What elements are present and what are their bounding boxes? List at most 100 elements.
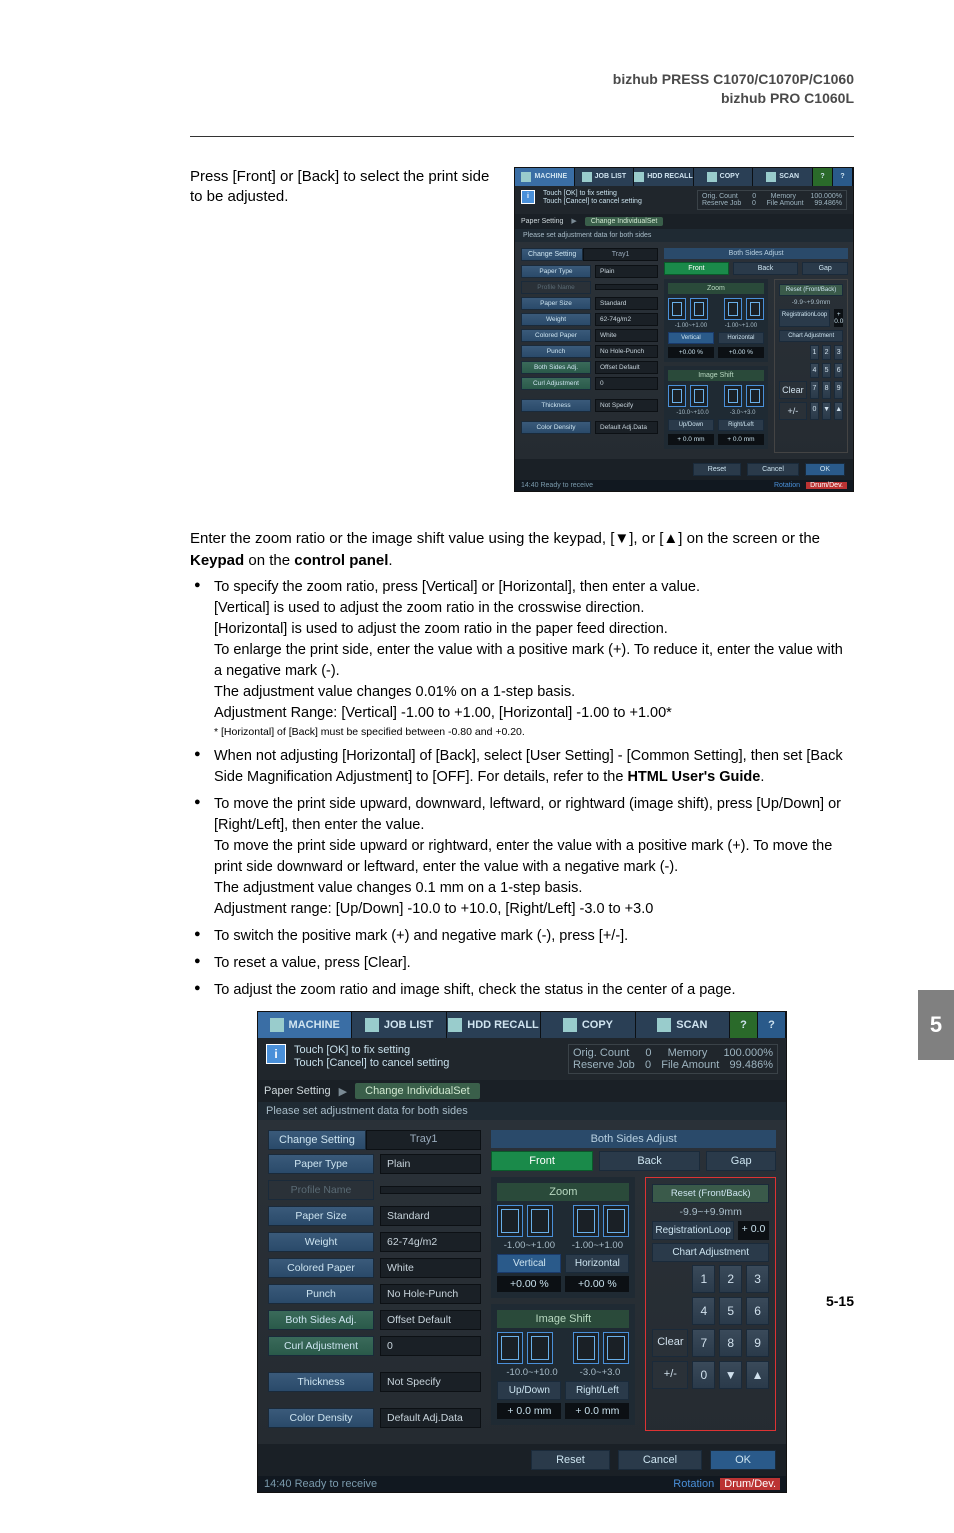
key-clear-l[interactable]: Clear [652, 1329, 688, 1357]
change-setting-btn-l[interactable]: Change Setting [268, 1130, 366, 1150]
row-both-sides[interactable]: Both Sides Adj. [521, 361, 591, 374]
shift-rl-icon-l [573, 1332, 599, 1364]
key-0[interactable]: 0 [810, 402, 819, 420]
row-punch-l[interactable]: Punch [268, 1284, 374, 1304]
key-5[interactable]: 5 [822, 363, 831, 378]
chevron-right-icon: ▶ [571, 217, 576, 225]
help-button-l[interactable]: ? [730, 1012, 758, 1038]
row-color-density-l[interactable]: Color Density [268, 1408, 374, 1428]
row-paper-type[interactable]: Paper Type [521, 265, 591, 278]
crumb-change-individual[interactable]: Change IndividualSet [585, 217, 664, 226]
updown-button-l[interactable]: Up/Down [497, 1381, 561, 1400]
chartadj-button[interactable]: Chart Adjustment [779, 330, 843, 342]
key-clear[interactable]: Clear [779, 381, 807, 399]
tab-joblist[interactable]: JOB LIST [575, 168, 635, 186]
ok-button[interactable]: OK [805, 463, 845, 476]
reset-fb-button[interactable]: Reset (Front/Back) [779, 284, 843, 296]
row-colored-paper[interactable]: Colored Paper [521, 329, 591, 342]
cancel-button[interactable]: Cancel [747, 463, 799, 476]
tab-copy-l[interactable]: COPY [541, 1012, 635, 1038]
key-8[interactable]: 8 [822, 381, 831, 399]
copy-icon [707, 172, 717, 182]
key-up[interactable]: ▲ [834, 402, 843, 420]
shift-ud-icon-l [497, 1332, 523, 1364]
tab-scan-l[interactable]: SCAN [636, 1012, 730, 1038]
back-button-l[interactable]: Back [599, 1151, 700, 1171]
info-button-l[interactable]: ? [758, 1012, 786, 1038]
row-weight[interactable]: Weight [521, 313, 591, 326]
row-paper-size[interactable]: Paper Size [521, 297, 591, 310]
crumb-change-individual-l[interactable]: Change IndividualSet [355, 1083, 480, 1099]
front-button[interactable]: Front [664, 262, 729, 275]
row-thickness[interactable]: Thickness [521, 399, 591, 412]
back-button[interactable]: Back [733, 262, 798, 275]
regloop-button[interactable]: RegistrationLoop [779, 309, 830, 327]
vertical-button-l[interactable]: Vertical [497, 1254, 561, 1273]
key-9[interactable]: 9 [834, 381, 843, 399]
tab-copy[interactable]: COPY [694, 168, 754, 186]
key-down[interactable]: ▼ [822, 402, 831, 420]
key-7[interactable]: 7 [810, 381, 819, 399]
change-setting-btn[interactable]: Change Setting [521, 248, 583, 261]
zoom-title-l: Zoom [497, 1183, 629, 1201]
tab-hdd-l[interactable]: HDD RECALL [447, 1012, 541, 1038]
row-paper-size-l[interactable]: Paper Size [268, 1206, 374, 1226]
crumb-paper-setting-l[interactable]: Paper Setting [264, 1085, 331, 1097]
horizontal-button-l[interactable]: Horizontal [565, 1254, 629, 1273]
reset-button-l[interactable]: Reset [531, 1450, 610, 1470]
gap-button-l[interactable]: Gap [706, 1151, 776, 1171]
tab-machine-l[interactable]: MACHINE [258, 1012, 352, 1038]
row-thickness-l[interactable]: Thickness [268, 1372, 374, 1392]
row-punch[interactable]: Punch [521, 345, 591, 358]
key-2-l[interactable]: 2 [719, 1265, 742, 1293]
key-7-l[interactable]: 7 [692, 1329, 715, 1357]
key-3[interactable]: 3 [834, 345, 843, 360]
row-both-sides-l[interactable]: Both Sides Adj. [268, 1310, 374, 1330]
cancel-button-l[interactable]: Cancel [618, 1450, 702, 1470]
tab-hdd[interactable]: HDD RECALL [634, 168, 694, 186]
crumb-paper-setting[interactable]: Paper Setting [521, 218, 563, 225]
rightleft-button[interactable]: Right/Left [718, 419, 764, 431]
row-profile-name: Profile Name [521, 281, 591, 294]
row-color-density[interactable]: Color Density [521, 421, 591, 434]
key-4[interactable]: 4 [810, 363, 819, 378]
front-button-l[interactable]: Front [491, 1151, 592, 1171]
row-weight-l[interactable]: Weight [268, 1232, 374, 1252]
tab-joblist-l[interactable]: JOB LIST [352, 1012, 446, 1038]
key-6[interactable]: 6 [834, 363, 843, 378]
key-up-l[interactable]: ▲ [746, 1361, 769, 1389]
key-2[interactable]: 2 [822, 345, 831, 360]
help-button[interactable]: ? [813, 168, 833, 186]
tab-machine[interactable]: MACHINE [515, 168, 575, 186]
tab-scan[interactable]: SCAN [753, 168, 813, 186]
row-paper-type-l[interactable]: Paper Type [268, 1154, 374, 1174]
rightleft-button-l[interactable]: Right/Left [565, 1381, 629, 1400]
key-down-l[interactable]: ▼ [719, 1361, 742, 1389]
pad-range: -9.9~+9.9mm [779, 299, 843, 306]
chartadj-button-l[interactable]: Chart Adjustment [652, 1243, 769, 1262]
gap-button[interactable]: Gap [802, 262, 848, 275]
row-colored-paper-l[interactable]: Colored Paper [268, 1258, 374, 1278]
key-5-l[interactable]: 5 [719, 1297, 742, 1325]
updown-button[interactable]: Up/Down [668, 419, 714, 431]
reset-fb-button-l[interactable]: Reset (Front/Back) [652, 1184, 769, 1203]
key-1-l[interactable]: 1 [692, 1265, 715, 1293]
key-pm[interactable]: +/- [779, 402, 807, 420]
ok-button-l[interactable]: OK [710, 1450, 776, 1470]
row-curl-l[interactable]: Curl Adjustment [268, 1336, 374, 1356]
shift-ud-icon2 [690, 385, 708, 407]
key-9-l[interactable]: 9 [746, 1329, 769, 1357]
key-6-l[interactable]: 6 [746, 1297, 769, 1325]
key-1[interactable]: 1 [810, 345, 819, 360]
key-4-l[interactable]: 4 [692, 1297, 715, 1325]
reset-button[interactable]: Reset [693, 463, 741, 476]
key-8-l[interactable]: 8 [719, 1329, 742, 1357]
key-pm-l[interactable]: +/- [652, 1361, 688, 1389]
horizontal-button[interactable]: Horizontal [718, 332, 764, 344]
key-3-l[interactable]: 3 [746, 1265, 769, 1293]
vertical-button[interactable]: Vertical [668, 332, 714, 344]
info-button[interactable]: ? [833, 168, 853, 186]
key-0-l[interactable]: 0 [692, 1361, 715, 1389]
row-curl[interactable]: Curl Adjustment [521, 377, 591, 390]
regloop-button-l[interactable]: RegistrationLoop [652, 1221, 734, 1240]
